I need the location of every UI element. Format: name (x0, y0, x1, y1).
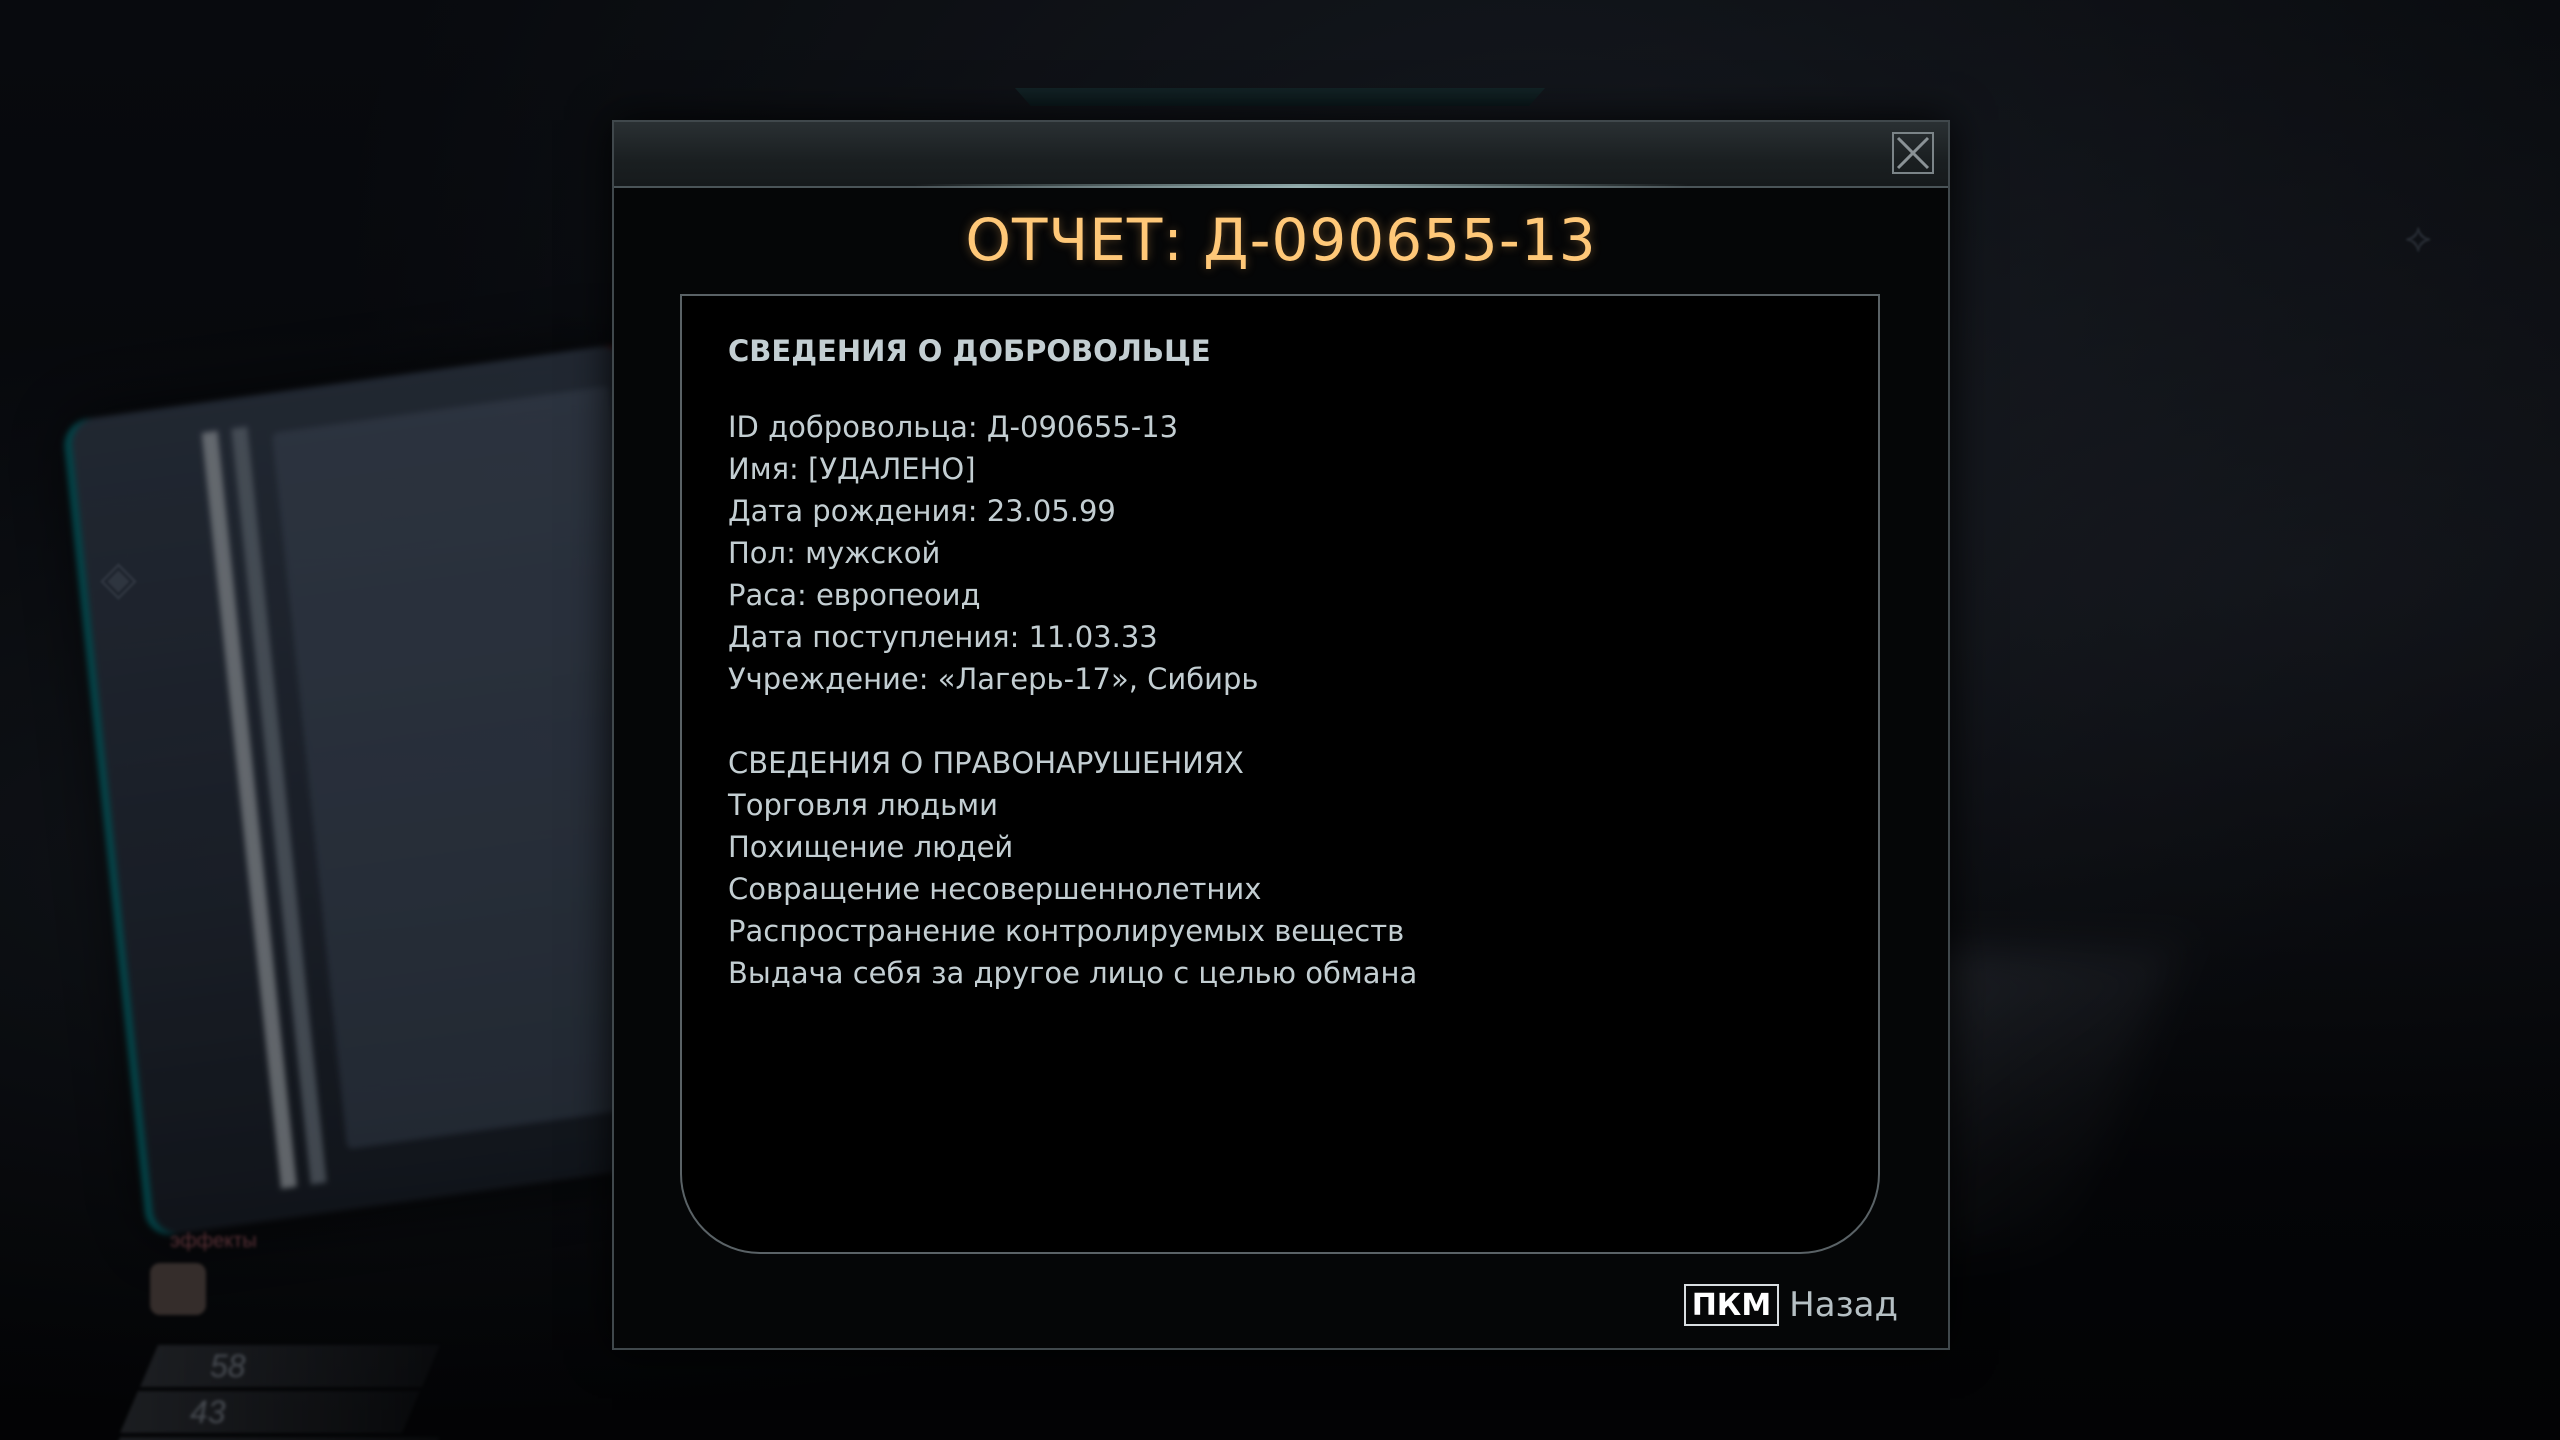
report-modal: ОТЧЕТ: Д-090655-13 СВЕДЕНИЯ О ДОБРОВОЛЬЦ… (612, 120, 1950, 1350)
volunteer-admission-date: Дата поступления: 11.03.33 (728, 620, 1158, 654)
volunteer-birth-date: Дата рождения: 23.05.99 (728, 494, 1116, 528)
offense-item: Распространение контролируемых веществ (728, 914, 1405, 948)
modal-header (614, 122, 1948, 188)
game-screen: ◈ ⟡ эффекты 58 43 100 ОТЧЕТ: Д-090655-13… (0, 0, 2560, 1440)
offense-item: Торговля людьми (728, 788, 998, 822)
volunteer-id: ID добровольца: Д-090655-13 (728, 410, 1179, 444)
close-button[interactable] (1892, 132, 1934, 174)
offense-item: Выдача себя за другое лицо с целью обман… (728, 956, 1418, 990)
offenses-heading: СВЕДЕНИЯ О ПРАВОНАРУШЕНИЯХ (728, 746, 1244, 780)
report-content-panel: СВЕДЕНИЯ О ДОБРОВОЛЬЦЕ ID добровольца: Д… (680, 294, 1880, 1254)
volunteer-name: Имя: [УДАЛЕНО] (728, 452, 976, 486)
close-x-icon (1896, 136, 1930, 170)
volunteer-info-heading: СВЕДЕНИЯ О ДОБРОВОЛЬЦЕ (728, 334, 1211, 368)
right-mouse-key-badge: ПКМ (1683, 1284, 1780, 1326)
volunteer-race: Раса: европеоид (728, 578, 981, 612)
back-button[interactable]: Назад (1789, 1285, 1898, 1325)
report-title: ОТЧЕТ: Д-090655-13 (965, 206, 1597, 274)
volunteer-facility: Учреждение: «Лагерь-17», Сибирь (728, 662, 1259, 696)
offense-item: Похищение людей (728, 830, 1014, 864)
modal-footer: ПКМ Назад (1683, 1284, 1898, 1326)
offense-item: Совращение несовершеннолетних (728, 872, 1262, 906)
volunteer-sex: Пол: мужской (728, 536, 941, 570)
